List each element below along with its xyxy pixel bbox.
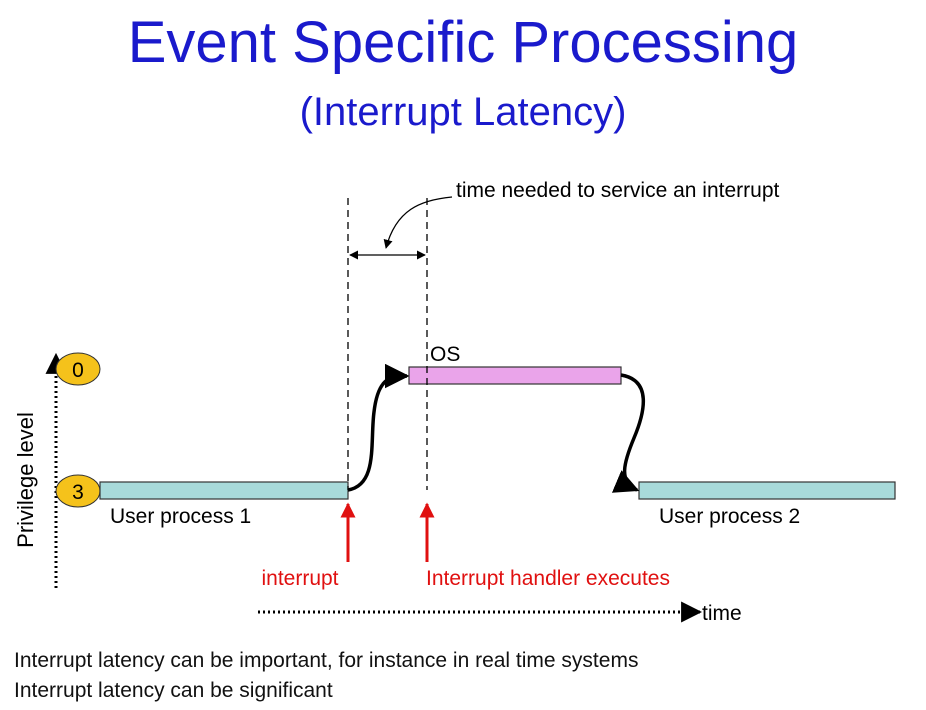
privilege-axis-label: Privilege level [13,412,38,548]
user-process-2-label: User process 2 [659,505,800,528]
transition-to-os-arrow [347,363,410,492]
level-3-label: 3 [72,481,84,504]
os-label: OS [430,343,460,366]
annotation-callout-arrow [383,196,453,249]
user-process-2-bar [638,481,896,500]
user-process-1-bar [99,481,349,500]
handler-label: Interrupt handler executes [426,567,670,590]
user-process-1-label: User process 1 [110,505,251,528]
note-1: Interrupt latency can be important, for … [14,649,639,672]
transition-to-user-arrow [611,373,645,493]
time-axis-label: time [702,602,742,625]
annotation-text: time needed to service an interrupt [456,179,780,202]
os-bar [408,366,622,385]
latency-diagram: Privilege level 0 3 User process 1 OS Us… [13,179,896,625]
level-0-label: 0 [72,359,84,382]
interrupt-label: interrupt [261,567,338,590]
note-2: Interrupt latency can be significant [14,679,333,702]
